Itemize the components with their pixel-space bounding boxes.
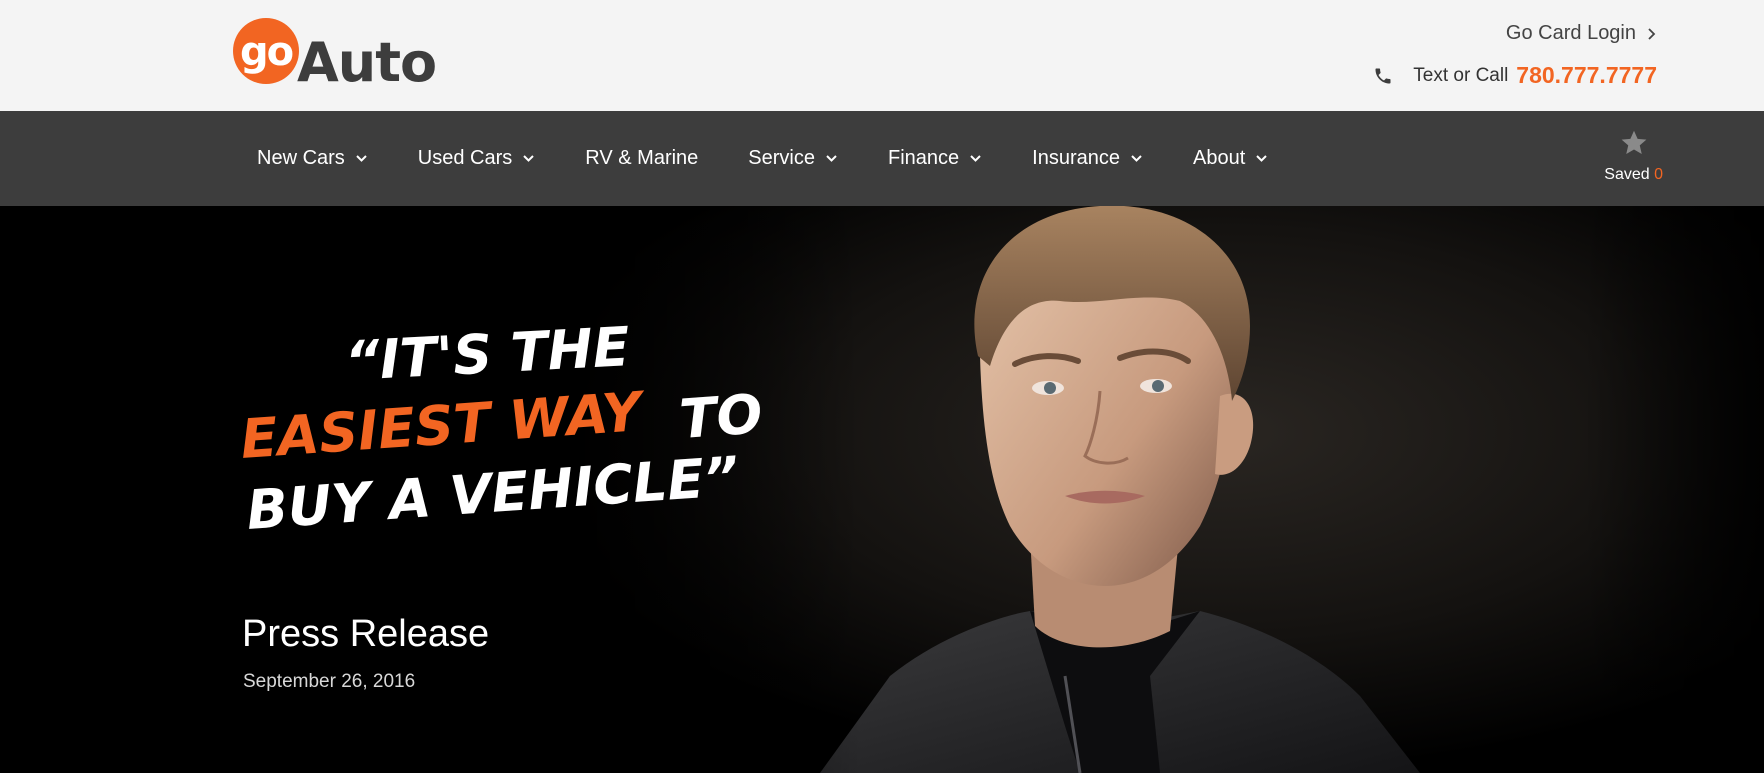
goauto-logo[interactable]: go Auto bbox=[233, 17, 447, 87]
nav-item-label: Service bbox=[748, 147, 815, 169]
nav-item-rv-and-marine[interactable]: RV & Marine bbox=[585, 147, 698, 170]
main-navigation: New Cars Used Cars RV & Marine Service Finan… bbox=[0, 111, 1764, 206]
nav-item-insurance[interactable]: Insurance bbox=[1032, 147, 1143, 170]
nav-item-label: Insurance bbox=[1032, 147, 1120, 169]
nav-item-label: New Cars bbox=[257, 147, 345, 169]
press-release-date: September 26, 2016 bbox=[243, 671, 416, 692]
contact-label: Text or Call bbox=[1413, 64, 1509, 86]
chevron-down-icon bbox=[523, 155, 534, 162]
nav-item-label: Used Cars bbox=[417, 147, 513, 169]
saved-count: 0 bbox=[1654, 166, 1663, 183]
go-card-login-label: Go Card Login bbox=[1505, 22, 1636, 44]
contact-info: Text or Call 780.777.7777 bbox=[1373, 62, 1657, 89]
logo-mark: go Auto bbox=[233, 18, 437, 87]
star-icon bbox=[1621, 130, 1646, 154]
nav-item-label: Finance bbox=[888, 147, 960, 169]
hero-banner: “IT'S THE EASIEST WAY TO BUY A VEHICLE” … bbox=[0, 206, 1764, 773]
saved-label: Saved 0 bbox=[1604, 166, 1663, 184]
top-header: go Auto Go Card Login Text or Call 780.7… bbox=[0, 0, 1764, 111]
slogan-line-2-rest: TO bbox=[678, 382, 765, 451]
chevron-down-icon bbox=[1256, 155, 1267, 162]
slogan-line-1: “IT'S THE bbox=[343, 315, 631, 393]
nav-item-label: About bbox=[1193, 147, 1246, 169]
chevron-down-icon bbox=[970, 155, 981, 162]
phone-number-link[interactable]: 780.777.7777 bbox=[1516, 62, 1657, 89]
nav-item-label: RV & Marine bbox=[585, 147, 699, 169]
nav-menu: New Cars Used Cars RV & Marine Service Finan… bbox=[257, 111, 1318, 206]
press-release-title: Press Release bbox=[242, 613, 490, 655]
go-card-login-link[interactable]: Go Card Login bbox=[1506, 22, 1658, 45]
saved-text: Saved bbox=[1604, 166, 1650, 183]
nav-item-finance[interactable]: Finance bbox=[888, 147, 982, 170]
nav-item-used-cars[interactable]: Used Cars bbox=[418, 147, 535, 170]
hero-slogan: “IT'S THE EASIEST WAY TO BUY A VEHICLE” bbox=[238, 314, 798, 564]
chevron-down-icon bbox=[826, 155, 837, 162]
logo-go-text: go bbox=[240, 29, 293, 75]
chevron-right-icon bbox=[1648, 27, 1656, 40]
nav-item-about[interactable]: About bbox=[1193, 147, 1268, 170]
chevron-down-icon bbox=[356, 155, 367, 162]
phone-icon bbox=[1375, 68, 1391, 83]
logo-auto-text: Auto bbox=[297, 31, 436, 87]
chevron-down-icon bbox=[1131, 155, 1142, 162]
saved-vehicles-button[interactable]: Saved 0 bbox=[1604, 128, 1663, 184]
nav-item-new-cars[interactable]: New Cars bbox=[257, 147, 368, 170]
slogan-graphic: “IT'S THE EASIEST WAY TO BUY A VEHICLE” bbox=[239, 315, 765, 542]
nav-item-service[interactable]: Service bbox=[748, 147, 838, 170]
